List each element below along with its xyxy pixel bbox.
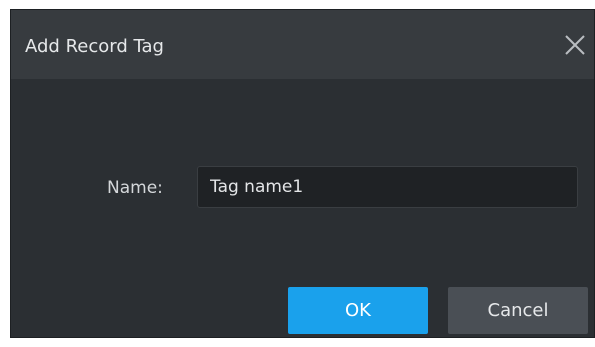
close-icon bbox=[565, 35, 585, 55]
cancel-button[interactable]: Cancel bbox=[448, 287, 588, 334]
name-input[interactable] bbox=[197, 166, 578, 208]
name-label: Name: bbox=[107, 178, 163, 198]
dialog-title: Add Record Tag bbox=[25, 36, 164, 57]
ok-button[interactable]: OK bbox=[288, 287, 428, 334]
add-record-tag-dialog: Add Record Tag Name: OK Cancel bbox=[10, 9, 595, 338]
dialog-titlebar: Add Record Tag bbox=[11, 10, 594, 79]
close-button[interactable] bbox=[562, 32, 588, 58]
